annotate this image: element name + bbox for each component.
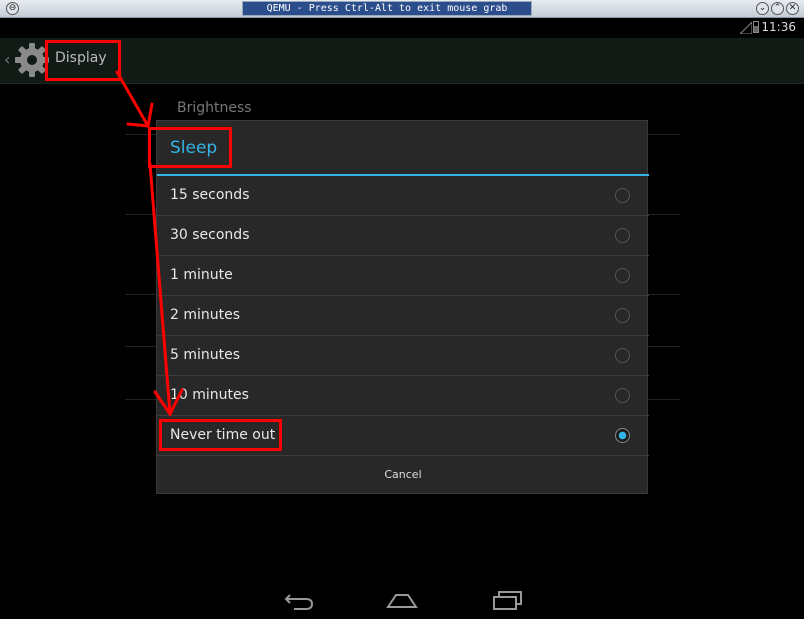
qemu-title-bar: ⊖ QEMU - Press Ctrl-Alt to exit mouse gr… <box>0 0 804 18</box>
home-icon[interactable] <box>385 589 419 611</box>
option-label: 5 minutes <box>170 347 241 363</box>
signal-icon <box>740 22 752 34</box>
cancel-button[interactable]: Cancel <box>157 455 649 495</box>
option-label: 15 seconds <box>170 187 250 203</box>
option-1-minute[interactable]: 1 minute <box>157 256 649 296</box>
option-30-seconds[interactable]: 30 seconds <box>157 216 649 256</box>
option-15-seconds[interactable]: 15 seconds <box>157 176 649 216</box>
annotation-box-display <box>45 40 121 81</box>
up-caret-icon[interactable]: ‹ <box>4 50 10 69</box>
radio-button[interactable] <box>615 188 630 203</box>
settings-item-brightness[interactable]: Brightness <box>177 100 252 116</box>
option-label: 30 seconds <box>170 227 250 243</box>
annotation-box-never-time-out <box>159 419 282 451</box>
radio-button[interactable] <box>615 228 630 243</box>
close-button[interactable]: ✕ <box>786 2 799 15</box>
status-bar: 11:36 <box>0 18 804 38</box>
option-5-minutes[interactable]: 5 minutes <box>157 336 649 376</box>
recents-icon[interactable] <box>490 589 524 611</box>
window-menu-button[interactable]: ⊖ <box>6 2 19 15</box>
status-time: 11:36 <box>761 20 796 34</box>
window-title: QEMU - Press Ctrl-Alt to exit mouse grab <box>242 1 532 16</box>
radio-button[interactable] <box>615 308 630 323</box>
battery-icon <box>753 21 759 33</box>
radio-button[interactable] <box>615 348 630 363</box>
maximize-button[interactable]: ⌃ <box>771 2 784 15</box>
radio-button[interactable] <box>615 268 630 283</box>
radio-button[interactable] <box>615 388 630 403</box>
annotation-arrow-1-head <box>126 102 154 128</box>
option-label: 1 minute <box>170 267 233 283</box>
option-label: 10 minutes <box>170 387 249 403</box>
minimize-button[interactable]: ⌄ <box>756 2 769 15</box>
cancel-label: Cancel <box>384 468 422 481</box>
option-10-minutes[interactable]: 10 minutes <box>157 376 649 416</box>
back-icon[interactable] <box>282 589 316 611</box>
option-label: 2 minutes <box>170 307 241 323</box>
radio-button-selected[interactable] <box>615 428 630 443</box>
annotation-box-sleep <box>148 127 232 168</box>
navigation-bar <box>0 579 804 619</box>
option-2-minutes[interactable]: 2 minutes <box>157 296 649 336</box>
